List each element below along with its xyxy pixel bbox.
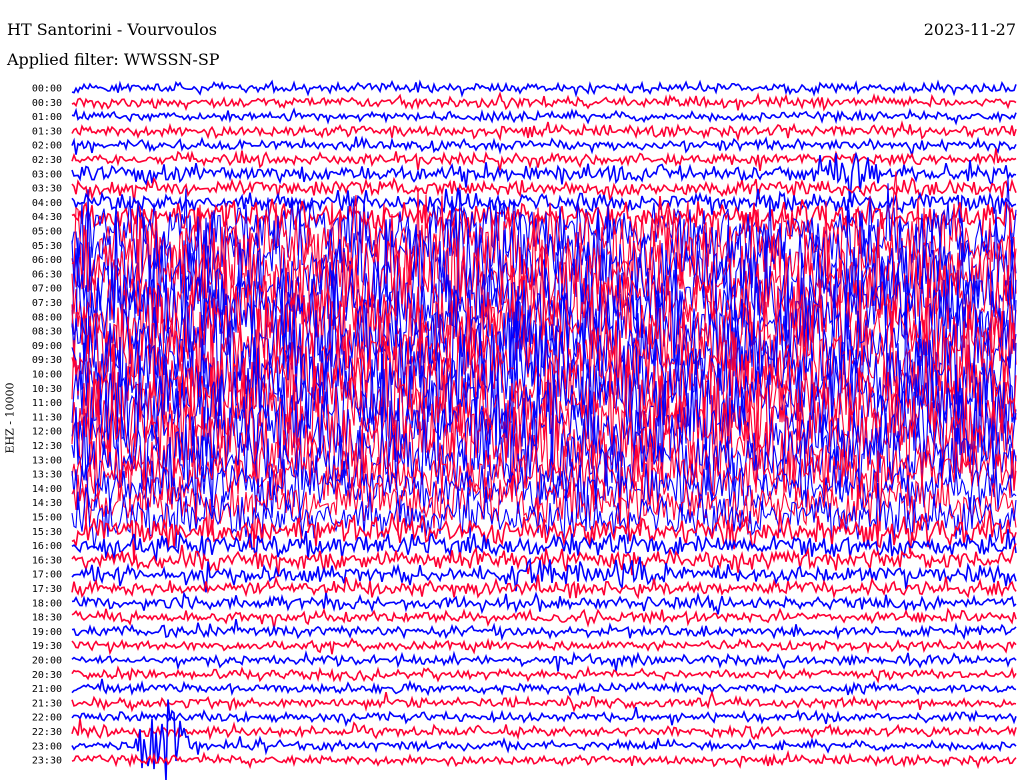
time-label: 14:00: [32, 484, 62, 495]
time-label: 20:00: [32, 656, 62, 667]
time-label: 13:30: [32, 470, 62, 481]
time-label: 01:30: [32, 126, 62, 137]
time-label: 04:00: [32, 198, 62, 209]
time-label: 19:00: [32, 627, 62, 638]
time-label: 11:00: [32, 398, 62, 409]
time-label: 22:30: [32, 727, 62, 738]
time-label: 08:30: [32, 327, 62, 338]
time-label: 05:00: [32, 227, 62, 238]
time-label: 07:30: [32, 298, 62, 309]
time-label: 09:00: [32, 341, 62, 352]
time-label: 02:00: [32, 141, 62, 152]
time-label: 21:00: [32, 684, 62, 695]
time-label: 16:30: [32, 555, 62, 566]
time-label: 23:00: [32, 741, 62, 752]
time-label: 15:30: [32, 527, 62, 538]
time-label: 20:30: [32, 670, 62, 681]
time-label: 18:00: [32, 598, 62, 609]
time-label: 08:00: [32, 312, 62, 323]
time-label: 22:00: [32, 713, 62, 724]
time-label: 10:30: [32, 384, 62, 395]
time-label: 23:30: [32, 756, 62, 767]
time-label: 19:30: [32, 641, 62, 652]
time-label: 06:30: [32, 269, 62, 280]
time-label: 12:30: [32, 441, 62, 452]
time-label: 15:00: [32, 513, 62, 524]
time-label: 05:30: [32, 241, 62, 252]
time-label: 00:00: [32, 84, 62, 95]
time-label: 12:00: [32, 427, 62, 438]
time-label: 07:00: [32, 284, 62, 295]
time-label: 17:30: [32, 584, 62, 595]
time-label-group: 00:00 00:30 01:00 01:30 02:00 02:30 03:00 03:30…: [32, 84, 62, 767]
time-label: 11:30: [32, 412, 62, 423]
time-label: 06:00: [32, 255, 62, 266]
time-label: 01:00: [32, 112, 62, 123]
time-label: 09:30: [32, 355, 62, 366]
time-label: 18:30: [32, 613, 62, 624]
time-label: 04:30: [32, 212, 62, 223]
time-label: 14:30: [32, 498, 62, 509]
seismogram-plot: 00:00 00:30 01:00 01:30 02:00 02:30 03:00 03:30…: [32, 78, 1018, 780]
time-label: 16:00: [32, 541, 62, 552]
time-label: 02:30: [32, 155, 62, 166]
time-label: 03:30: [32, 184, 62, 195]
time-label: 17:00: [32, 570, 62, 581]
time-label: 03:00: [32, 169, 62, 180]
time-label: 00:30: [32, 98, 62, 109]
time-label: 21:30: [32, 698, 62, 709]
time-label: 13:00: [32, 455, 62, 466]
time-label: 10:00: [32, 370, 62, 381]
